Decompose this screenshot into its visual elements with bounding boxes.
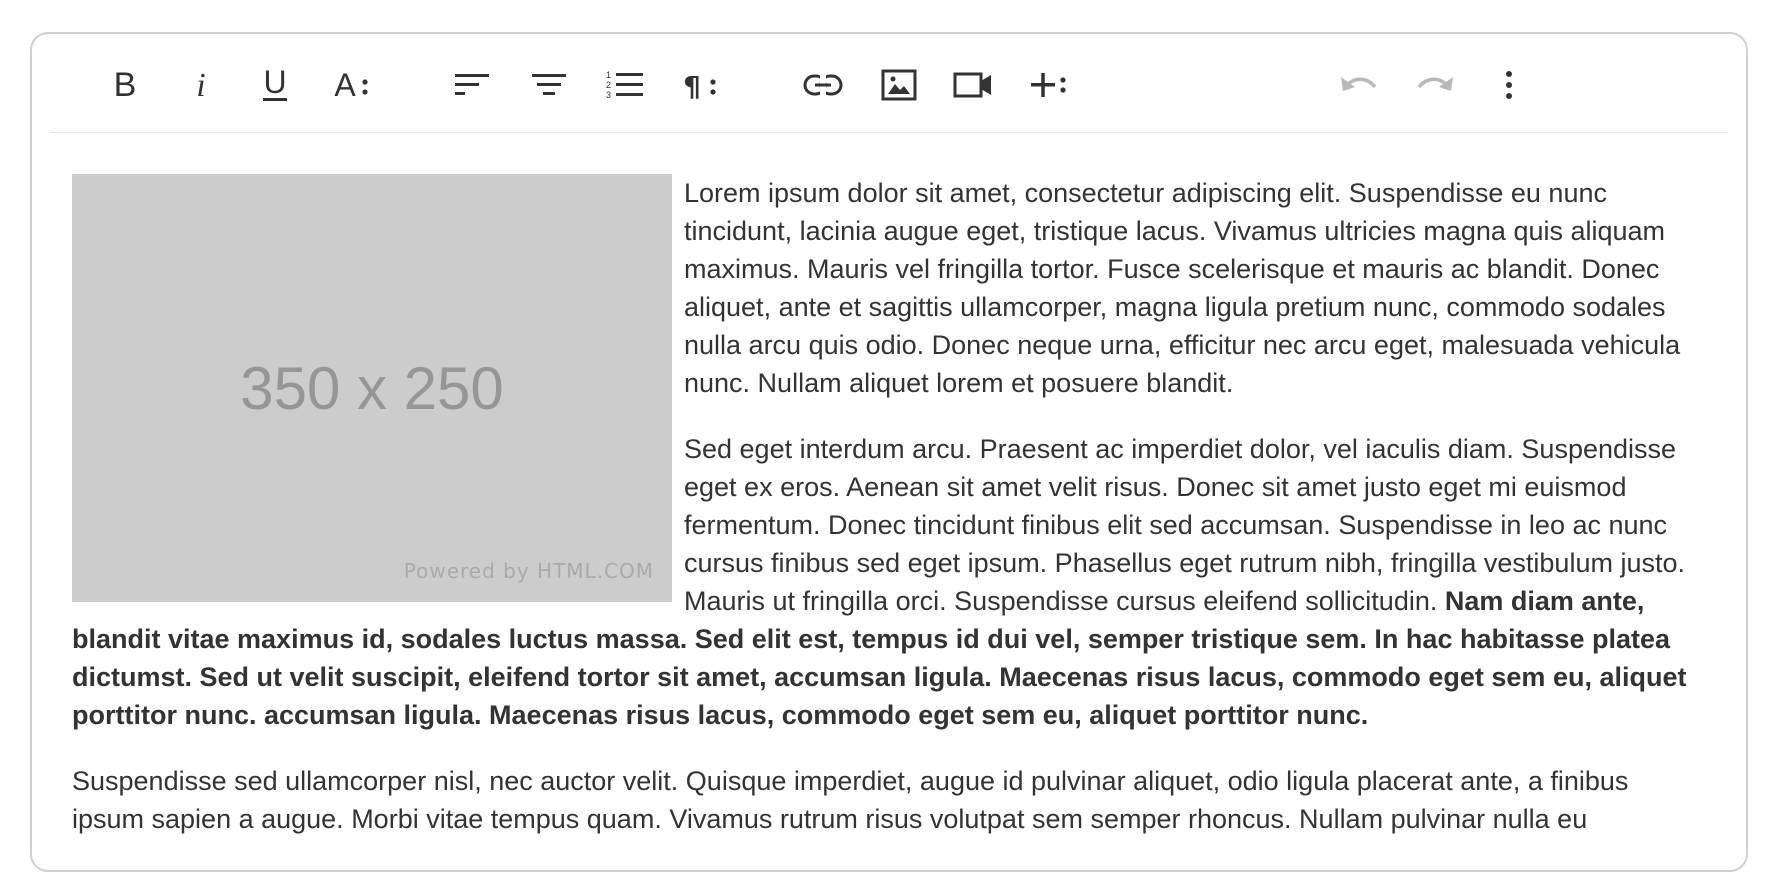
placeholder-image[interactable]: 350 x 250 Powered by HTML.COM bbox=[72, 174, 672, 602]
align-center-icon bbox=[532, 74, 566, 95]
rich-text-editor: B i U A 1 2 3 ¶ 350 x 250 Powered by HTM… bbox=[30, 32, 1748, 872]
svg-text:1: 1 bbox=[606, 70, 611, 80]
svg-text:¶: ¶ bbox=[683, 70, 701, 101]
svg-text:3: 3 bbox=[606, 90, 611, 100]
image-icon bbox=[881, 69, 917, 101]
insert-more-button[interactable] bbox=[1026, 62, 1072, 108]
italic-button[interactable]: i bbox=[178, 62, 224, 108]
more-options-button[interactable] bbox=[1486, 62, 1532, 108]
align-left-button[interactable] bbox=[450, 62, 496, 108]
link-icon bbox=[803, 74, 843, 96]
svg-text:i: i bbox=[196, 70, 205, 100]
italic-icon: i bbox=[196, 70, 205, 100]
insert-video-button[interactable] bbox=[950, 62, 996, 108]
svg-text:B: B bbox=[114, 70, 137, 100]
redo-icon bbox=[1417, 77, 1453, 91]
redo-button[interactable] bbox=[1412, 62, 1458, 108]
image-dimensions-label: 350 x 250 bbox=[240, 355, 504, 422]
underline-button[interactable]: U bbox=[252, 62, 298, 108]
underline-icon: U bbox=[263, 68, 287, 101]
svg-text:U: U bbox=[263, 68, 286, 100]
editor-content[interactable]: 350 x 250 Powered by HTML.COM Lorem ipsu… bbox=[72, 174, 1704, 866]
undo-icon bbox=[1341, 77, 1377, 91]
editor-toolbar: B i U A 1 2 3 ¶ bbox=[50, 34, 1728, 133]
text-style-more-button[interactable]: A bbox=[328, 62, 374, 108]
paragraph-3: Suspendisse sed ullamcorper nisl, nec au… bbox=[72, 766, 1629, 834]
svg-text:2: 2 bbox=[606, 80, 611, 90]
insert-image-button[interactable] bbox=[876, 62, 922, 108]
align-left-icon bbox=[455, 74, 489, 95]
paragraph-more-icon: ¶ bbox=[683, 70, 716, 101]
bold-icon: B bbox=[114, 70, 137, 100]
insert-link-button[interactable] bbox=[800, 62, 846, 108]
undo-button[interactable] bbox=[1336, 62, 1382, 108]
align-center-button[interactable] bbox=[526, 62, 572, 108]
svg-text:A: A bbox=[334, 70, 356, 100]
video-camera-icon bbox=[953, 72, 991, 98]
bold-button[interactable]: B bbox=[102, 62, 148, 108]
ordered-list-button[interactable]: 1 2 3 bbox=[602, 62, 648, 108]
image-powered-by-label: Powered by HTML.COM bbox=[403, 559, 654, 583]
plus-more-icon bbox=[1031, 73, 1066, 97]
ordered-list-icon: 1 2 3 bbox=[606, 70, 643, 100]
vertical-dots-icon bbox=[1506, 71, 1512, 99]
text-style-more-icon: A bbox=[334, 70, 368, 100]
paragraph-more-button[interactable]: ¶ bbox=[676, 62, 722, 108]
